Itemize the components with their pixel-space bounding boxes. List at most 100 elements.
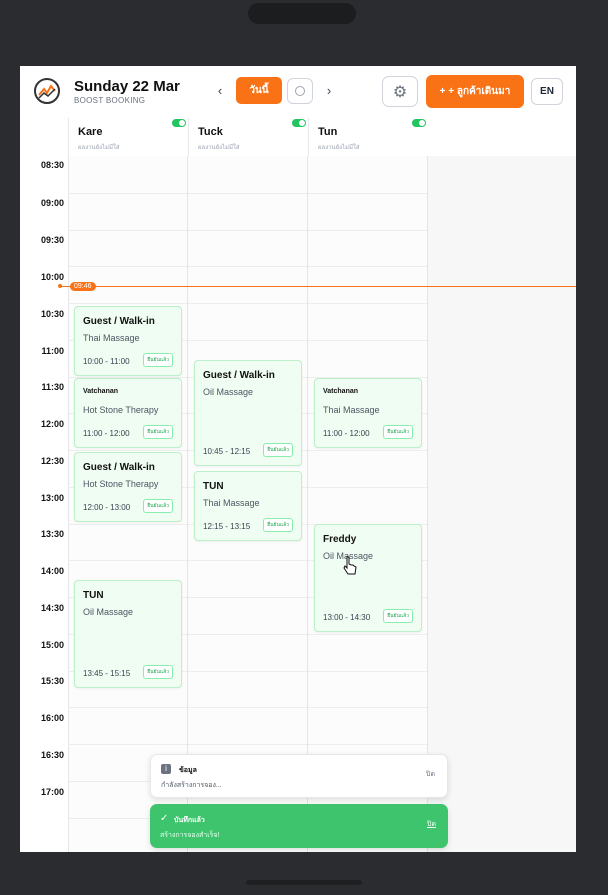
camera-notch bbox=[248, 3, 356, 24]
staff-name: Tuck bbox=[198, 126, 223, 138]
booking-card[interactable]: Freddy Oil Massage 13:00 - 14:30 ยืนยันแ… bbox=[314, 524, 422, 632]
device-frame: Sunday 22 Mar BOOST BOOKING ‹ วันนี้ › ⚙… bbox=[0, 0, 608, 895]
time-label: 08:30 bbox=[40, 160, 64, 170]
toast-message: กำลังสร้างการจอง... bbox=[161, 782, 222, 789]
prev-day-button[interactable]: ‹ bbox=[213, 83, 227, 98]
booking-time: 12:15 - 13:15 bbox=[203, 522, 251, 531]
booking-card[interactable]: Vatchanan Hot Stone Therapy 11:00 - 12:0… bbox=[74, 378, 182, 448]
booking-time: 10:45 - 12:15 bbox=[203, 447, 251, 456]
booking-card[interactable]: Guest / Walk-in Thai Massage 10:00 - 11:… bbox=[74, 306, 182, 376]
status-badge: ยืนยันแล้ว bbox=[143, 425, 173, 439]
home-indicator bbox=[246, 880, 362, 885]
booking-service: Oil Massage bbox=[203, 387, 254, 397]
booking-time: 11:00 - 12:00 bbox=[83, 429, 130, 438]
status-badge: ยืนยันแล้ว bbox=[383, 609, 413, 623]
booking-customer: Vatchanan bbox=[83, 388, 119, 395]
staff-note: ผลงานยังไม่มีใส่ bbox=[198, 145, 240, 151]
time-label: 11:30 bbox=[41, 382, 64, 392]
language-toggle-button[interactable]: EN bbox=[531, 78, 563, 105]
pointer-cursor-icon bbox=[342, 556, 358, 581]
booking-service: Oil Massage bbox=[83, 607, 134, 617]
add-walkin-button[interactable]: + + ลูกค้าเดินมา bbox=[426, 75, 524, 108]
staff-availability-toggle[interactable] bbox=[292, 119, 306, 127]
staff-column-header[interactable]: Tuck ผลงานยังไม่มีใส่ bbox=[188, 118, 308, 156]
staff-note: ผลงานยังไม่มีใส่ bbox=[318, 145, 360, 151]
grid-line bbox=[68, 230, 428, 231]
time-label: 10:30 bbox=[40, 309, 64, 319]
info-toast: i ข้อมูล กำลังสร้างการจอง... ปิด bbox=[150, 754, 448, 798]
status-badge: ยืนยันแล้ว bbox=[383, 425, 413, 439]
staff-name: Tun bbox=[318, 126, 338, 138]
booking-customer: Guest / Walk-in bbox=[83, 462, 155, 473]
booking-card[interactable]: TUN Thai Massage 12:15 - 13:15 ยืนยันแล้… bbox=[194, 471, 302, 541]
today-button[interactable]: วันนี้ bbox=[236, 77, 282, 104]
status-badge: ยืนยันแล้ว bbox=[143, 665, 173, 679]
gear-icon: ⚙ bbox=[392, 83, 408, 101]
booking-time: 13:45 - 15:15 bbox=[83, 669, 131, 678]
staff-note: ผลงานยังไม่มีใส่ bbox=[78, 145, 120, 151]
settings-button[interactable]: ⚙ bbox=[382, 76, 418, 107]
app-header: Sunday 22 Mar BOOST BOOKING ‹ วันนี้ › ⚙… bbox=[20, 66, 576, 119]
time-label: 12:00 bbox=[40, 419, 64, 429]
column-divider bbox=[187, 156, 188, 852]
column-divider bbox=[307, 156, 308, 852]
grid-line bbox=[68, 744, 428, 745]
next-day-button[interactable]: › bbox=[322, 83, 336, 98]
staff-column-header[interactable]: Kare ผลงานยังไม่มีใส่ bbox=[68, 118, 188, 156]
staff-availability-toggle[interactable] bbox=[412, 119, 426, 127]
time-column: 08:30 09:00 09:30 10:00 10:30 11:00 11:3… bbox=[20, 156, 69, 852]
staff-name: Kare bbox=[78, 126, 103, 138]
grid-line bbox=[68, 266, 428, 267]
time-label: 14:00 bbox=[40, 566, 64, 576]
toast-title: บันทึกแล้ว bbox=[174, 817, 205, 824]
staff-header-row: Kare ผลงานยังไม่มีใส่ Tuck ผลงานยังไม่มี… bbox=[20, 118, 576, 157]
current-time-dot bbox=[58, 284, 62, 288]
booking-service: Hot Stone Therapy bbox=[83, 405, 159, 415]
time-label: 10:00 bbox=[40, 272, 64, 282]
date-picker-button[interactable] bbox=[287, 78, 313, 104]
status-badge: ยืนยันแล้ว bbox=[263, 518, 293, 532]
time-label: 15:30 bbox=[40, 676, 64, 686]
booking-customer: Guest / Walk-in bbox=[203, 370, 275, 381]
toast-close-button[interactable]: ปิด bbox=[427, 819, 436, 830]
time-label: 16:30 bbox=[40, 750, 64, 760]
booking-time: 10:00 - 11:00 bbox=[83, 357, 130, 366]
page-title: Sunday 22 Mar bbox=[74, 78, 180, 95]
brand-subtitle: BOOST BOOKING bbox=[74, 96, 146, 105]
info-icon: i bbox=[161, 764, 171, 774]
booking-card[interactable]: Guest / Walk-in Oil Massage 10:45 - 12:1… bbox=[194, 360, 302, 466]
grid-line bbox=[68, 193, 428, 194]
booking-service: Thai Massage bbox=[323, 405, 380, 415]
booking-card[interactable]: Vatchanan Thai Massage 11:00 - 12:00 ยืน… bbox=[314, 378, 422, 448]
staff-column-header[interactable]: Tun ผลงานยังไม่มีใส่ bbox=[308, 118, 428, 156]
time-label: 09:00 bbox=[40, 198, 64, 208]
time-label: 16:00 bbox=[40, 713, 64, 723]
status-badge: ยืนยันแล้ว bbox=[263, 443, 293, 457]
status-badge: ยืนยันแล้ว bbox=[143, 353, 173, 367]
toast-close-button[interactable]: ปิด bbox=[426, 769, 435, 780]
booking-customer: TUN bbox=[83, 590, 104, 601]
booking-customer: TUN bbox=[203, 481, 224, 492]
boost-logo-icon bbox=[34, 78, 60, 104]
staff-availability-toggle[interactable] bbox=[172, 119, 186, 127]
time-label: 13:30 bbox=[40, 529, 64, 539]
booking-card[interactable]: TUN Oil Massage 13:45 - 15:15 ยืนยันแล้ว bbox=[74, 580, 182, 688]
booking-service: Thai Massage bbox=[83, 333, 140, 343]
booking-card[interactable]: Guest / Walk-in Hot Stone Therapy 12:00 … bbox=[74, 452, 182, 522]
time-label: 11:00 bbox=[41, 346, 64, 356]
check-icon: ✓ bbox=[160, 813, 169, 824]
grid-line bbox=[68, 707, 428, 708]
booking-customer: Vatchanan bbox=[323, 388, 359, 395]
time-label: 12:30 bbox=[40, 456, 64, 466]
calendar-icon bbox=[295, 86, 305, 96]
current-time-badge: 09:46 bbox=[70, 282, 96, 291]
success-toast: ✓ บันทึกแล้ว สร้างการจองสำเร็จ! ปิด bbox=[150, 804, 448, 848]
status-badge: ยืนยันแล้ว bbox=[143, 499, 173, 513]
time-label: 09:30 bbox=[40, 235, 64, 245]
booking-customer: Guest / Walk-in bbox=[83, 316, 155, 327]
booking-time: 11:00 - 12:00 bbox=[323, 429, 370, 438]
time-label: 13:00 bbox=[40, 493, 64, 503]
schedule-grid[interactable]: 08:30 09:00 09:30 10:00 10:30 11:00 11:3… bbox=[20, 156, 576, 852]
app-screen: Sunday 22 Mar BOOST BOOKING ‹ วันนี้ › ⚙… bbox=[20, 66, 576, 852]
toast-message: สร้างการจองสำเร็จ! bbox=[160, 832, 220, 839]
